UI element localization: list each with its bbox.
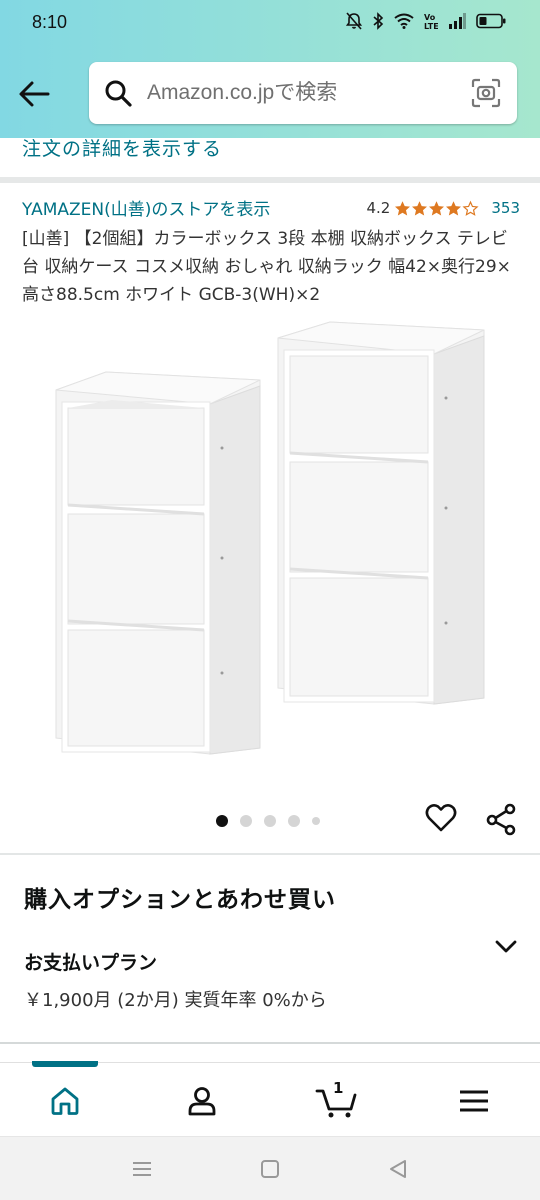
star-full-icon bbox=[446, 200, 462, 215]
volte-icon: VoLTE bbox=[424, 13, 438, 30]
star-full-icon bbox=[412, 200, 428, 215]
search-icon bbox=[103, 78, 133, 108]
chevron-down-icon bbox=[495, 940, 517, 953]
product-image[interactable] bbox=[40, 318, 500, 768]
wishlist-button[interactable] bbox=[424, 801, 458, 835]
order-details-link[interactable]: 注文の詳細を表示する bbox=[22, 134, 222, 161]
expand-button[interactable] bbox=[492, 935, 520, 959]
store-link[interactable]: YAMAZEN(山善)のストアを表示 bbox=[22, 195, 270, 220]
carousel-dot[interactable] bbox=[312, 817, 320, 825]
nav-menu[interactable] bbox=[452, 1081, 496, 1121]
section-divider bbox=[0, 177, 540, 183]
back-button[interactable] bbox=[16, 76, 52, 112]
signal-icon bbox=[449, 13, 466, 29]
camera-scan-icon[interactable] bbox=[471, 78, 501, 108]
status-bar: 8:10 Vo LTE bbox=[0, 0, 540, 46]
nav-cart[interactable]: 1 bbox=[314, 1079, 360, 1121]
rating-value: 4.2 bbox=[366, 199, 391, 217]
carousel-dot[interactable] bbox=[240, 815, 252, 827]
app-header: 8:10 Vo LTE bbox=[0, 0, 540, 138]
payment-plan-value: ￥1,900月 (2か月) 実質年率 0%から bbox=[24, 990, 327, 1011]
svg-text:LTE: LTE bbox=[424, 22, 438, 30]
status-icons: Vo LTE bbox=[346, 12, 506, 30]
rating-stars bbox=[394, 200, 479, 217]
purchase-options-title: 購入オプションとあわせ買い bbox=[24, 887, 336, 913]
system-navigation-bar bbox=[0, 1136, 540, 1200]
right-shelf-image bbox=[277, 321, 485, 705]
image-carousel-dots[interactable] bbox=[216, 815, 320, 827]
back-arrow-icon bbox=[19, 81, 50, 107]
wifi-icon bbox=[394, 13, 414, 29]
product-title: [山善] 【2個組】カラーボックス 3段 本棚 収納ボックス テレビ台 収納ケー… bbox=[22, 229, 511, 305]
menu-icon bbox=[460, 1090, 488, 1112]
left-shelf-image bbox=[55, 371, 261, 755]
bluetooth-icon bbox=[373, 12, 384, 30]
star-full-icon bbox=[429, 200, 445, 215]
star-empty-icon bbox=[462, 200, 479, 216]
section-divider bbox=[0, 853, 540, 855]
home-square-icon[interactable] bbox=[258, 1157, 282, 1181]
star-full-icon bbox=[395, 200, 411, 215]
search-input[interactable] bbox=[147, 81, 447, 105]
battery-icon bbox=[476, 13, 506, 29]
share-button[interactable] bbox=[484, 802, 518, 836]
account-icon bbox=[188, 1087, 216, 1116]
active-tab-indicator bbox=[32, 1061, 98, 1067]
bottom-navigation: 1 bbox=[0, 1061, 540, 1136]
recent-apps-icon[interactable] bbox=[130, 1157, 154, 1181]
status-time: 8:10 bbox=[32, 12, 68, 32]
bell-off-icon bbox=[346, 12, 362, 30]
section-divider bbox=[0, 1042, 540, 1044]
carousel-dot[interactable] bbox=[264, 815, 276, 827]
rating[interactable]: 4.2 353 bbox=[367, 199, 521, 217]
payment-plan-label: お支払いプラン bbox=[24, 952, 158, 974]
share-icon bbox=[486, 803, 516, 836]
nav-account[interactable] bbox=[180, 1081, 224, 1121]
carousel-dot-active[interactable] bbox=[216, 815, 228, 827]
review-count[interactable]: 353 bbox=[491, 199, 520, 217]
search-box[interactable] bbox=[89, 62, 517, 124]
nav-home[interactable] bbox=[43, 1081, 87, 1121]
cart-count: 1 bbox=[333, 1079, 344, 1097]
heart-icon bbox=[425, 804, 457, 832]
home-icon bbox=[51, 1087, 79, 1115]
svg-text:Vo: Vo bbox=[424, 13, 436, 22]
back-triangle-icon[interactable] bbox=[386, 1157, 410, 1181]
carousel-dot[interactable] bbox=[288, 815, 300, 827]
